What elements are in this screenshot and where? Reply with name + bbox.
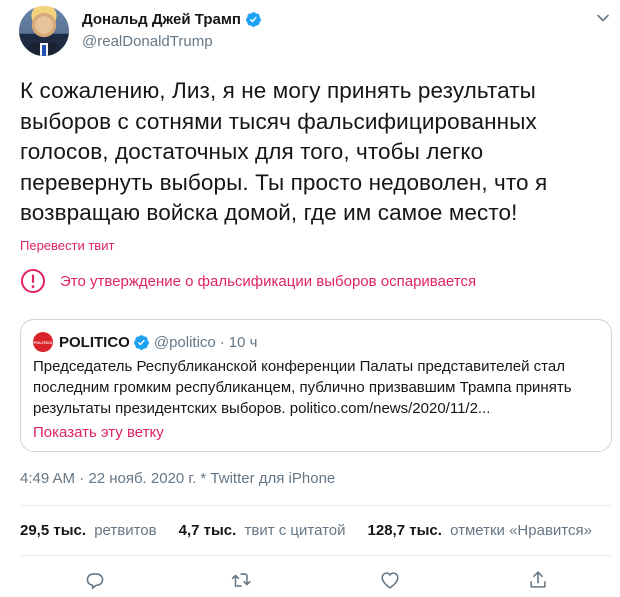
quote-tweets-stat[interactable]: 4,7 тыс. твит с цитатой — [179, 522, 346, 539]
verified-badge-icon — [246, 12, 261, 27]
author-handle[interactable]: @realDonaldTrump — [82, 33, 213, 50]
tweet-stats: 29,5 тыс. ретвитов 4,7 тыс. твит с цитат… — [20, 522, 614, 539]
retweet-icon[interactable] — [230, 569, 252, 591]
tweet-timestamp[interactable]: 4:49 AM · 22 нояб. 2020 г. * Twitter для… — [20, 470, 335, 487]
quote-tweets-count: 4,7 тыс. — [178, 522, 237, 539]
disputed-notice-text[interactable]: Это утверждение о фальсификации выборов … — [60, 273, 476, 290]
divider — [20, 555, 612, 556]
warning-circle-icon — [21, 269, 45, 293]
quoted-author-name: POLITICO — [59, 333, 130, 351]
quoted-author-handle: @politico — [153, 333, 216, 351]
reply-icon[interactable] — [84, 569, 106, 591]
retweets-count: 29,5 тыс. — [20, 522, 87, 539]
show-thread-link[interactable]: Показать эту ветку — [33, 424, 164, 441]
author-name-row[interactable]: Дональд Джей Трамп — [82, 11, 262, 28]
verified-badge-icon — [133, 334, 149, 350]
translate-tweet-link[interactable]: Перевести твит — [20, 238, 114, 253]
quote-tweets-label: твит с цитатой — [244, 522, 346, 539]
likes-label: отметки «Нравится» — [450, 522, 592, 539]
retweets-label: ретвитов — [94, 522, 157, 539]
tweet-text: К сожалению, Лиз, я не могу принять резу… — [20, 78, 548, 225]
likes-count: 128,7 тыс. — [367, 522, 442, 539]
avatar[interactable] — [19, 6, 69, 56]
quoted-tweet-header: POLITICO POLITICO @politico · 10 ч — [33, 332, 257, 352]
quoted-tweet[interactable]: POLITICO POLITICO @politico · 10 ч Предс… — [20, 319, 612, 452]
retweets-stat[interactable]: 29,5 тыс. ретвитов — [20, 522, 157, 539]
quoted-separator: · — [219, 333, 225, 351]
chevron-down-icon[interactable] — [595, 10, 611, 26]
quoted-time: 10 ч — [228, 333, 258, 351]
like-icon[interactable] — [379, 569, 401, 591]
politico-logo: POLITICO — [33, 332, 53, 352]
share-icon[interactable] — [527, 569, 549, 591]
author-name[interactable]: Дональд Джей Трамп — [82, 11, 241, 28]
avatar-tie — [42, 45, 46, 56]
divider — [20, 505, 612, 506]
action-bar — [0, 569, 620, 597]
likes-stat[interactable]: 128,7 тыс. отметки «Нравится» — [368, 522, 592, 539]
quoted-tweet-text: Председатель Республиканской конференции… — [33, 358, 572, 417]
disputed-notice[interactable]: Это утверждение о фальсификации выборов … — [20, 268, 476, 294]
